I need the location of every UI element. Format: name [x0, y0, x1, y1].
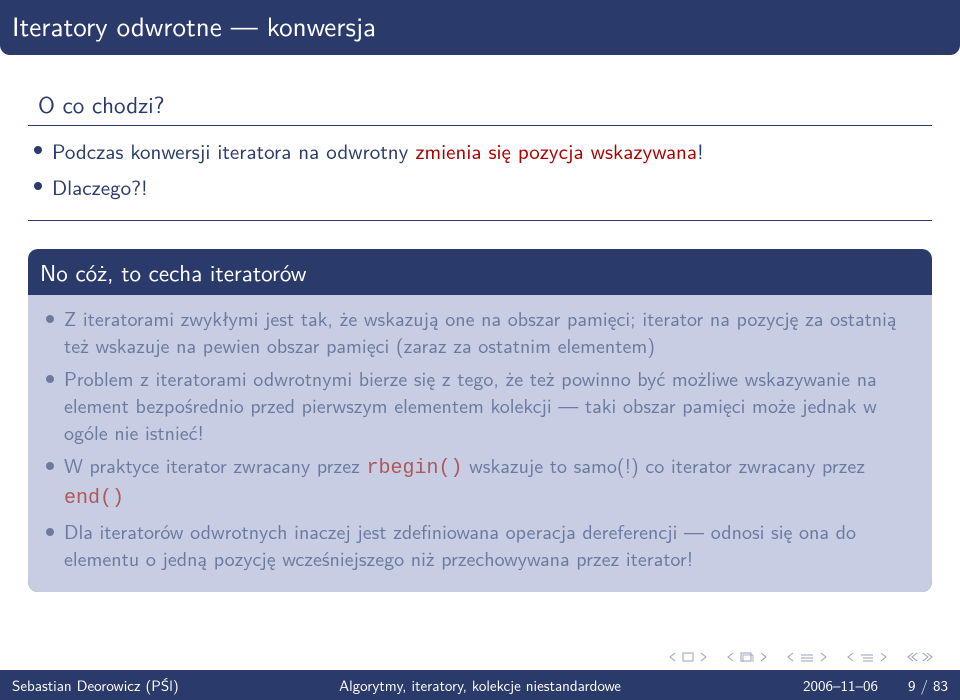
list-item: Z iteratorami zwykłymi jest tak, że wska… [42, 305, 918, 359]
nav-section-icon [800, 652, 814, 662]
block-question: O co chodzi? Podczas konwersji iteratora… [28, 85, 932, 221]
code-rbegin: rbegin() [366, 457, 462, 480]
nav-prev-frame-icon[interactable] [726, 652, 736, 662]
nav-next-slide-icon[interactable] [698, 652, 708, 662]
nav-frame-icon [740, 652, 754, 662]
list-item: W praktyce iterator zwracany przez rbegi… [42, 452, 918, 512]
list-item: Dla iteratorów odwrotnych inaczej jest z… [42, 518, 918, 572]
block-explanation: No cóż, to cecha iteratorów Z iteratoram… [28, 249, 932, 592]
beamer-nav [668, 652, 934, 662]
footer-date: 2006–11–06 [803, 674, 878, 696]
list-item: Problem z iteratorami odwrotnymi bierze … [42, 365, 918, 446]
nav-next-section-icon[interactable] [818, 652, 828, 662]
nav-back-icon[interactable] [906, 652, 918, 662]
slide-footer: Sebastian Deorowicz (PŚl) Algorytmy, ite… [0, 670, 960, 700]
code-end: end() [64, 487, 124, 510]
list-item: Dlaczego?! [30, 172, 930, 202]
footer-author: Sebastian Deorowicz (PŚl) [12, 674, 179, 696]
nav-forward-icon[interactable] [922, 652, 934, 662]
nav-prev-section-icon[interactable] [786, 652, 796, 662]
nav-subsection-icon [860, 652, 874, 662]
slide-title: Iteratory odwrotne — konwersja [0, 0, 960, 55]
emphasis-text: zmienia się pozycja wskazywana [415, 136, 697, 166]
list-item: Podczas konwersji iteratora na odwrotny … [30, 136, 930, 166]
nav-prev-subsection-icon[interactable] [846, 652, 856, 662]
nav-slide-icon [682, 652, 694, 662]
footer-page: 9 / 83 [908, 674, 948, 696]
footer-title: Algorytmy, iteratory, kolekcje niestanda… [339, 674, 621, 696]
block-question-title: O co chodzi? [28, 85, 174, 125]
nav-prev-slide-icon[interactable] [668, 652, 678, 662]
block-explanation-title: No cóż, to cecha iteratorów [28, 249, 932, 295]
nav-next-subsection-icon[interactable] [878, 652, 888, 662]
footer-right: 2006–11–06 9 / 83 [803, 674, 948, 696]
slide-content: O co chodzi? Podczas konwersji iteratora… [0, 55, 960, 602]
nav-next-frame-icon[interactable] [758, 652, 768, 662]
